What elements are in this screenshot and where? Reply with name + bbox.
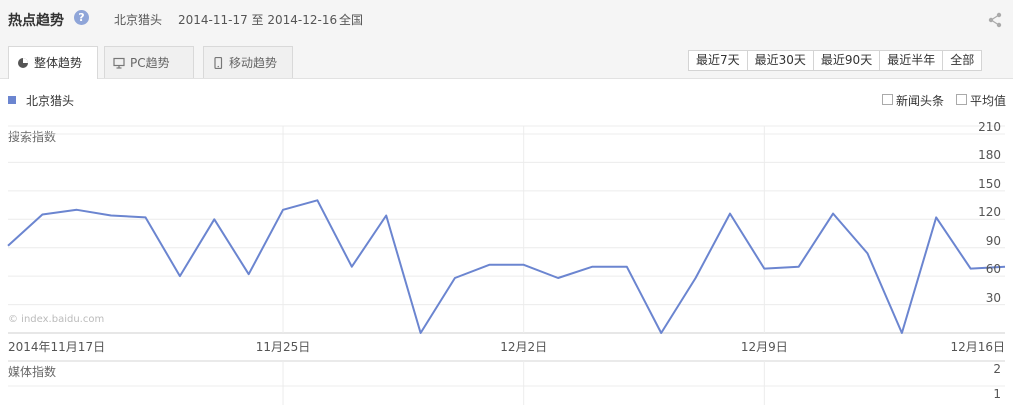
range-90d-button[interactable]: 最近90天 xyxy=(812,51,879,70)
watermark: © index.baidu.com xyxy=(8,314,105,325)
search-axis-title: 搜索指数 xyxy=(8,130,57,144)
help-icon[interactable]: ? xyxy=(74,10,89,25)
monitor-icon xyxy=(113,57,125,69)
date-range: 2014-11-17 至 2014-12-16 xyxy=(178,13,338,27)
y-tick-label: 180 xyxy=(978,148,1001,163)
series-points xyxy=(7,200,1006,334)
x-tick-label: 12月9日 xyxy=(740,340,788,354)
media-chart-grid xyxy=(8,360,1005,405)
keyword-label: 北京猎头 xyxy=(114,13,163,27)
legend-label[interactable]: 北京猎头 xyxy=(26,92,74,109)
region-label: 全国 xyxy=(339,13,364,27)
y-tick-label: 60 xyxy=(985,262,1001,277)
range-selector: 最近7天 最近30天 最近90天 最近半年 全部 xyxy=(688,50,983,71)
y-tick-label: 30 xyxy=(985,290,1001,305)
y-tick-label: 210 xyxy=(978,120,1001,134)
range-30d-button[interactable]: 最近30天 xyxy=(746,51,813,70)
tab-pc[interactable]: PC趋势 xyxy=(104,46,194,78)
tab-overall-label: 整体趋势 xyxy=(34,56,83,70)
tab-overall[interactable]: 整体趋势 xyxy=(8,46,98,79)
news-checkbox-label[interactable]: 新闻头条 xyxy=(896,92,944,109)
news-checkbox[interactable] xyxy=(882,94,893,105)
series-line xyxy=(7,199,1006,334)
header-bar: 热点趋势 ? 北京猎头 2014-11-17 至 2014-12-16 全国 整… xyxy=(0,0,1013,79)
mobile-icon xyxy=(214,57,223,69)
range-half-year-button[interactable]: 最近半年 xyxy=(879,51,942,70)
chart-grid xyxy=(8,125,1005,334)
pie-icon xyxy=(18,58,28,68)
range-7d-button[interactable]: 最近7天 xyxy=(689,51,747,70)
x-tick-label: 12月16日 xyxy=(950,340,1005,354)
y-tick-label: 120 xyxy=(978,205,1001,220)
tab-mobile-label: 移动趋势 xyxy=(229,56,278,70)
x-tick-label: 2014年11月17日 xyxy=(8,340,106,354)
legend-swatch xyxy=(8,96,16,104)
tab-mobile[interactable]: 移动趋势 xyxy=(203,46,293,78)
range-all-button[interactable]: 全部 xyxy=(942,51,981,70)
y-tick-label: 150 xyxy=(978,176,1001,191)
average-checkbox[interactable] xyxy=(956,94,967,105)
media-y-tick-label: 1 xyxy=(993,387,1001,401)
y-tick-label: 90 xyxy=(985,233,1001,248)
tab-pc-label: PC趋势 xyxy=(130,56,170,70)
average-checkbox-label[interactable]: 平均值 xyxy=(970,92,1006,109)
page-title: 热点趋势 xyxy=(8,13,64,29)
share-icon[interactable] xyxy=(987,12,1003,28)
media-y-tick-label: 2 xyxy=(993,362,1001,376)
x-tick-label: 11月25日 xyxy=(255,340,311,354)
x-tick-label: 12月2日 xyxy=(500,340,548,354)
media-axis-title: 媒体指数 xyxy=(8,365,57,379)
